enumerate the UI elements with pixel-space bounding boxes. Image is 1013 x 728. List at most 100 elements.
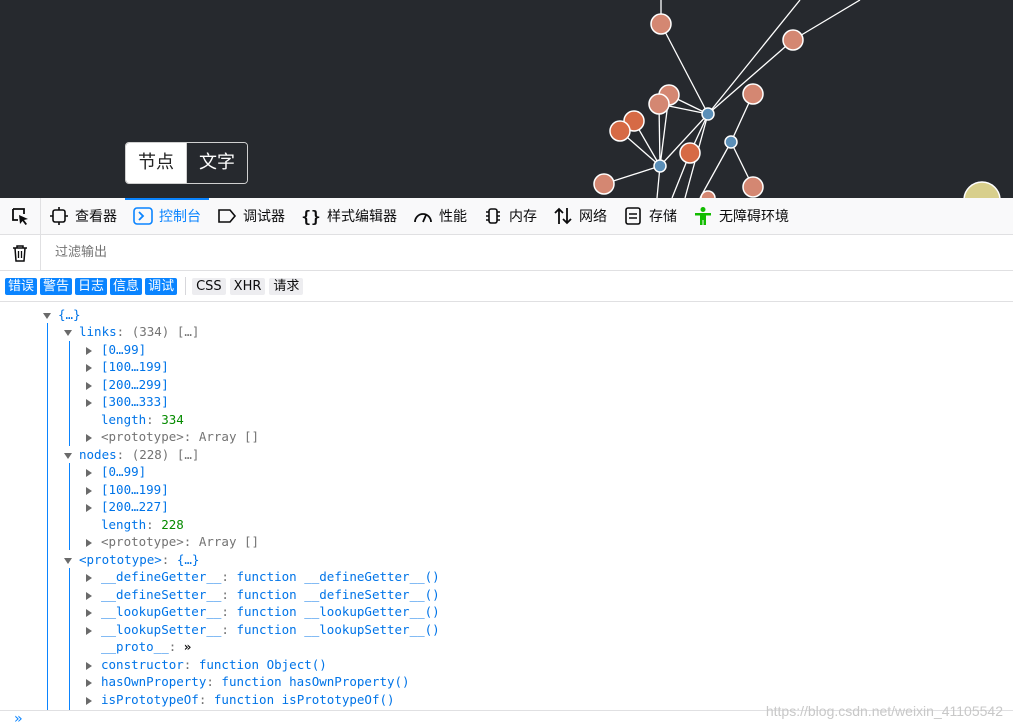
toggle-text-button[interactable]: 文字 [186,143,247,183]
inspector-icon [49,206,69,226]
tab-label: 存储 [649,209,677,225]
tree-node-method[interactable]: __lookupGetter__: function __lookupGette… [86,603,440,621]
tree-node-method[interactable]: __defineGetter__: function __defineGette… [86,568,440,586]
collapsed-arrow-icon[interactable] [86,433,92,442]
tab-label: 内存 [509,209,537,225]
filter-warnings-button[interactable]: 警告 [40,277,73,295]
tab-label: 无障碍环境 [719,209,789,225]
filter-info-button[interactable]: 信息 [110,277,143,295]
tab-label: 性能 [439,209,467,225]
tab-performance[interactable]: 性能 [405,198,475,234]
tree-node-root[interactable]: {…} [43,306,81,324]
tree-node-item[interactable]: [200…299] [86,376,169,394]
tree-node-method[interactable]: hasOwnProperty: function hasOwnProperty(… [86,673,410,691]
filter-requests-button[interactable]: 请求 [269,277,304,295]
tree-node-prototype[interactable]: <prototype>: Array [] [86,428,259,446]
graph-edge [792,0,861,41]
tree-node-object-prototype[interactable]: <prototype>: {…} [64,551,199,569]
tree-node-item[interactable]: [100…199] [86,358,169,376]
toggle-nodes-button[interactable]: 节点 [126,143,186,183]
tab-accessibility[interactable]: 无障碍环境 [685,198,797,234]
tree-node-prototype[interactable]: <prototype>: Array [] [86,533,259,551]
filter-xhr-button[interactable]: XHR [229,277,266,295]
graph-canvas[interactable]: 节点 文字 [0,0,1013,198]
tab-inspector[interactable]: 查看器 [41,198,125,234]
tree-node-method[interactable]: __defineSetter__: function __defineSette… [86,586,440,604]
graph-edge [699,141,732,198]
debugger-icon [217,206,237,226]
graph-node [724,135,738,149]
collapsed-arrow-icon[interactable] [86,661,92,670]
collapsed-arrow-icon[interactable] [86,468,92,477]
tree-node-item[interactable]: [300…333] [86,393,169,411]
tab-label: 样式编辑器 [327,209,397,225]
tree-node-nodes[interactable]: nodes: (228) […] [64,446,199,464]
collapsed-arrow-icon[interactable] [86,608,92,617]
filter-logs-button[interactable]: 日志 [75,277,108,295]
tree-node-length: length: 334 [101,412,184,427]
tree-node-item[interactable]: [0…99] [86,463,146,481]
collapsed-arrow-icon[interactable] [86,696,92,705]
filter-errors-button[interactable]: 错误 [5,277,38,295]
collapsed-arrow-icon[interactable] [86,573,92,582]
collapsed-arrow-icon[interactable] [86,678,92,687]
graph-node [609,120,631,142]
tree-node-method[interactable]: __lookupSetter__: function __lookupSette… [86,621,440,639]
expanded-arrow-icon[interactable] [64,329,72,336]
tree-node-length: length: 228 [101,517,184,532]
tab-label: 控制台 [159,209,201,225]
tree-node-item[interactable]: [0…99] [86,341,146,359]
graph-node [742,83,764,105]
expanded-arrow-icon[interactable] [64,557,72,564]
tree-guide-line [69,568,70,710]
storage-icon [623,206,643,226]
element-picker-button[interactable] [0,198,41,234]
element-picker-icon [12,208,28,225]
collapsed-arrow-icon[interactable] [86,538,92,547]
tab-style-editor[interactable]: {} 样式编辑器 [293,198,405,234]
tab-label: 网络 [579,209,607,225]
console-icon [133,206,153,226]
collapsed-arrow-icon[interactable] [86,591,92,600]
collapsed-arrow-icon[interactable] [86,626,92,635]
tree-node-item[interactable]: [100…199] [86,481,169,499]
console-filter-bar [0,235,1013,271]
tree-node-method[interactable]: isPrototypeOf: function isPrototypeOf() [86,691,395,709]
filter-debug-button[interactable]: 调试 [145,277,178,295]
collapsed-arrow-icon[interactable] [86,346,92,355]
collapsed-arrow-icon[interactable] [86,486,92,495]
collapsed-arrow-icon[interactable] [86,398,92,407]
watermark: https://blog.csdn.net/weixin_41105542 [765,703,1003,719]
tree-guide-line [69,341,70,446]
expanded-arrow-icon[interactable] [64,452,72,459]
graph-node [963,181,1001,198]
trash-icon [13,244,27,262]
devtools-toolbar: 查看器 控制台 调试器 {} 样式编辑器 性能 内存 网络 存储 无障碍环境 [0,198,1013,235]
tab-debugger[interactable]: 调试器 [209,198,293,234]
tab-console[interactable]: 控制台 [125,198,209,234]
tree-node-item[interactable]: [200…227] [86,498,169,516]
collapsed-arrow-icon[interactable] [86,381,92,390]
graph-node [653,159,667,173]
console-output[interactable]: {…} links: (334) […] [0…99] [100…199] [2… [0,302,1013,710]
network-icon [553,206,573,226]
memory-icon [483,206,503,226]
tab-network[interactable]: 网络 [545,198,615,234]
graph-node [648,93,670,115]
performance-icon [413,206,433,226]
filter-css-button[interactable]: CSS [192,277,226,295]
expanded-arrow-icon[interactable] [43,312,51,319]
filter-output-input[interactable] [53,244,457,261]
collapsed-arrow-icon[interactable] [86,503,92,512]
graph-node [700,190,716,198]
log-level-filters: 错误 警告 日志 信息 调试 CSS XHR 请求 [0,271,1013,302]
clear-console-button[interactable] [0,235,41,270]
graph-mode-toggle[interactable]: 节点 文字 [125,142,248,184]
collapsed-arrow-icon[interactable] [86,363,92,372]
tab-storage[interactable]: 存储 [615,198,685,234]
tab-memory[interactable]: 内存 [475,198,545,234]
tree-node-proto[interactable]: __proto__: » [101,638,191,656]
tree-node-method[interactable]: constructor: function Object() [86,656,327,674]
graph-node [742,176,764,198]
tree-node-links[interactable]: links: (334) […] [64,323,199,341]
